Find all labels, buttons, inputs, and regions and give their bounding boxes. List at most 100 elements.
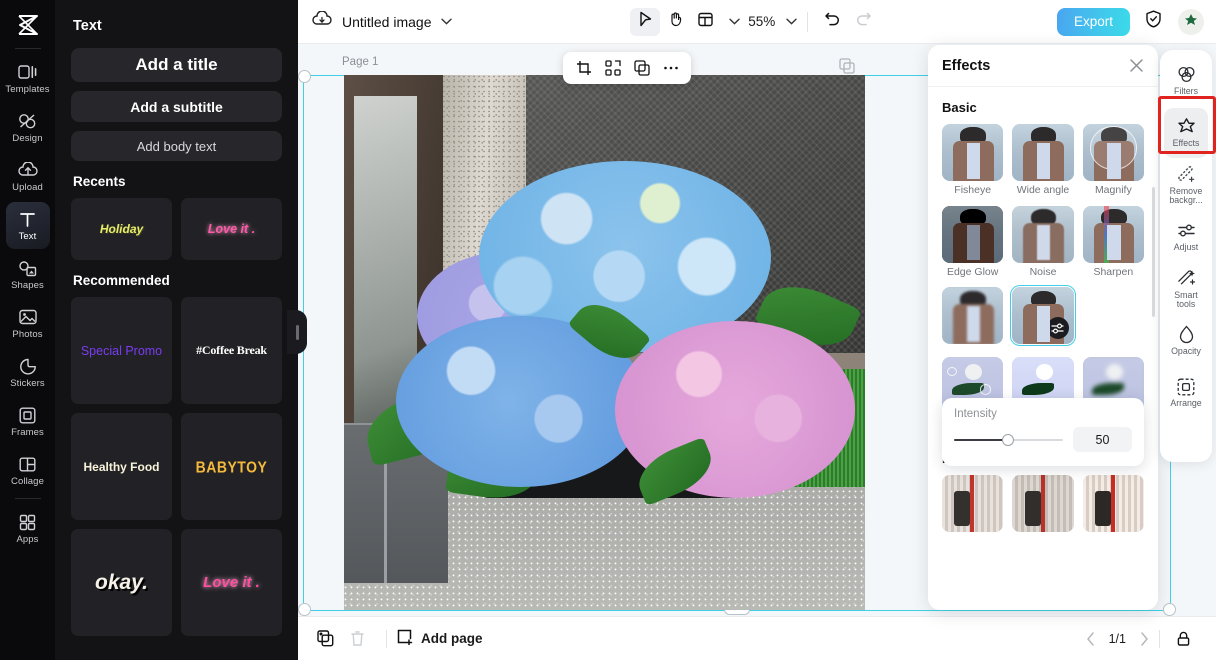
close-icon[interactable] — [1129, 58, 1144, 73]
effect-item[interactable]: Edge Glow — [942, 205, 1004, 279]
add-title-button[interactable]: Add a title — [71, 48, 282, 82]
sidebar-item-design[interactable]: Design — [6, 104, 50, 151]
recommended-text-card[interactable]: #Coffee Break — [181, 297, 282, 404]
zoom-chevron-down-icon[interactable] — [786, 18, 797, 25]
effect-item[interactable] — [1082, 474, 1144, 532]
effect-thumbnail — [942, 474, 1004, 532]
page-navigation: 1/1 — [1086, 632, 1149, 646]
intensity-value[interactable]: 50 — [1073, 427, 1132, 452]
collage-icon — [17, 454, 38, 474]
document-title[interactable]: Untitled image — [342, 14, 432, 30]
effect-thumbnail — [1012, 474, 1074, 532]
crop-button[interactable] — [573, 57, 595, 79]
panel-title: Text — [73, 18, 102, 34]
sidebar-item-upload[interactable]: Upload — [6, 153, 50, 200]
effect-thumbnail — [942, 124, 1004, 181]
cursor-icon — [638, 11, 653, 32]
intensity-slider[interactable] — [954, 433, 1063, 447]
resize-handle-top-left[interactable] — [298, 70, 311, 83]
effects-panel-body[interactable]: Basic Fisheye Wide angle Magnify Edge Gl… — [928, 87, 1158, 610]
recent-text-card[interactable]: Holiday — [71, 198, 172, 260]
layers-button[interactable] — [839, 58, 855, 79]
add-page-button[interactable]: Add page — [397, 629, 483, 648]
recent-text-card[interactable]: Love it . — [181, 198, 282, 260]
chevron-down-icon[interactable] — [440, 18, 452, 25]
sidebar-item-apps[interactable]: Apps — [6, 505, 50, 552]
recommended-text-card[interactable]: BABYTOY — [181, 413, 282, 520]
effect-item-selected[interactable] — [1009, 284, 1077, 348]
add-subtitle-button[interactable]: Add a subtitle — [71, 91, 282, 122]
export-button[interactable]: Export — [1056, 7, 1130, 36]
recommended-text-card[interactable]: okay. — [71, 529, 172, 636]
delete-page-button[interactable] — [344, 626, 370, 652]
effect-item[interactable]: Magnify — [1082, 124, 1144, 197]
undo-icon — [825, 12, 841, 31]
recommended-text-card[interactable]: Special Promo — [71, 297, 172, 404]
effect-item[interactable]: Noise — [1012, 205, 1074, 279]
hand-tool-button[interactable] — [660, 8, 690, 36]
panel-collapse-handle[interactable] — [287, 310, 307, 354]
effects-grid-basic: Fisheye Wide angle Magnify Edge Glow Noi… — [942, 124, 1144, 430]
tool-arrange[interactable]: Arrange — [1164, 368, 1208, 418]
undo-button[interactable] — [818, 8, 848, 36]
sidebar-item-label: Collage — [11, 476, 44, 488]
effects-panel: Effects Basic Fisheye Wide angle Magnify… — [928, 45, 1158, 610]
duplicate-button[interactable] — [631, 57, 653, 79]
effects-scrollbar[interactable] — [1152, 187, 1155, 317]
text-panel: Text Add a title Add a subtitle Add body… — [55, 0, 298, 660]
duplicate-page-button[interactable] — [312, 626, 338, 652]
zoom-level[interactable]: 55% — [748, 14, 775, 29]
hydrangea-photo[interactable] — [344, 75, 865, 610]
tool-effects[interactable]: Effects — [1164, 108, 1208, 158]
lock-button[interactable] — [1170, 626, 1196, 652]
tool-adjust[interactable]: Adjust — [1164, 212, 1208, 262]
sidebar-item-photos[interactable]: Photos — [6, 300, 50, 347]
tool-smart-tools[interactable]: Smart tools — [1164, 264, 1208, 314]
tool-filters[interactable]: Filters — [1164, 56, 1208, 106]
redo-button[interactable] — [848, 8, 878, 36]
sidebar-item-collage[interactable]: Collage — [6, 447, 50, 494]
more-button[interactable] — [660, 57, 682, 79]
recommended-text-card[interactable]: Love it . — [181, 529, 282, 636]
add-body-text-button[interactable]: Add body text — [71, 131, 282, 161]
shield-button[interactable] — [1138, 8, 1168, 36]
sidebar-item-text[interactable]: Text — [5, 202, 50, 249]
top-toolbar: Untitled image 55% Export — [298, 0, 1216, 44]
effect-item[interactable] — [942, 474, 1004, 532]
sidebar-item-frames[interactable]: Frames — [6, 398, 50, 445]
effect-item[interactable] — [942, 287, 1004, 348]
effect-thumbnail — [1082, 124, 1144, 181]
tool-opacity[interactable]: Opacity — [1164, 316, 1208, 366]
filters-icon — [1177, 65, 1196, 84]
resize-handle-bottom-left[interactable] — [298, 603, 311, 616]
design-icon — [17, 111, 38, 131]
card-label: Love it . — [207, 222, 256, 236]
effect-item[interactable]: Fisheye — [942, 124, 1004, 197]
text-icon — [17, 209, 38, 229]
avatar[interactable] — [1178, 8, 1204, 35]
effect-label: Fisheye — [954, 184, 992, 196]
effect-item[interactable]: Wide angle — [1012, 124, 1074, 197]
app-logo[interactable] — [9, 8, 47, 42]
select-tool-button[interactable] — [630, 7, 661, 36]
slider-knob[interactable] — [1001, 433, 1014, 446]
effects-panel-title: Effects — [942, 57, 991, 74]
recommended-text-card[interactable]: Healthy Food — [71, 413, 172, 520]
layout-chevron-down-icon[interactable] — [729, 18, 740, 25]
effect-item[interactable] — [1012, 474, 1074, 532]
effect-thumbnail — [1009, 284, 1077, 347]
bottom-toolbar: Add page 1/1 — [298, 616, 1216, 660]
next-page-button[interactable] — [1140, 631, 1149, 646]
page-indicator: 1/1 — [1108, 631, 1126, 646]
sidebar-item-stickers[interactable]: Stickers — [6, 349, 50, 396]
prev-page-button[interactable] — [1086, 631, 1095, 646]
effect-label: Wide angle — [1016, 184, 1070, 196]
tool-remove-background[interactable]: Remove backgr... — [1164, 160, 1208, 210]
layout-tool-button[interactable] — [690, 8, 720, 36]
sidebar-item-shapes[interactable]: Shapes — [6, 251, 50, 298]
effect-item[interactable]: Sharpen — [1082, 205, 1144, 279]
sidebar-item-templates[interactable]: Templates — [5, 55, 50, 102]
qr-code-button[interactable] — [602, 57, 624, 79]
resize-handle-bottom-right[interactable] — [1163, 603, 1176, 616]
opacity-icon — [1177, 325, 1196, 344]
